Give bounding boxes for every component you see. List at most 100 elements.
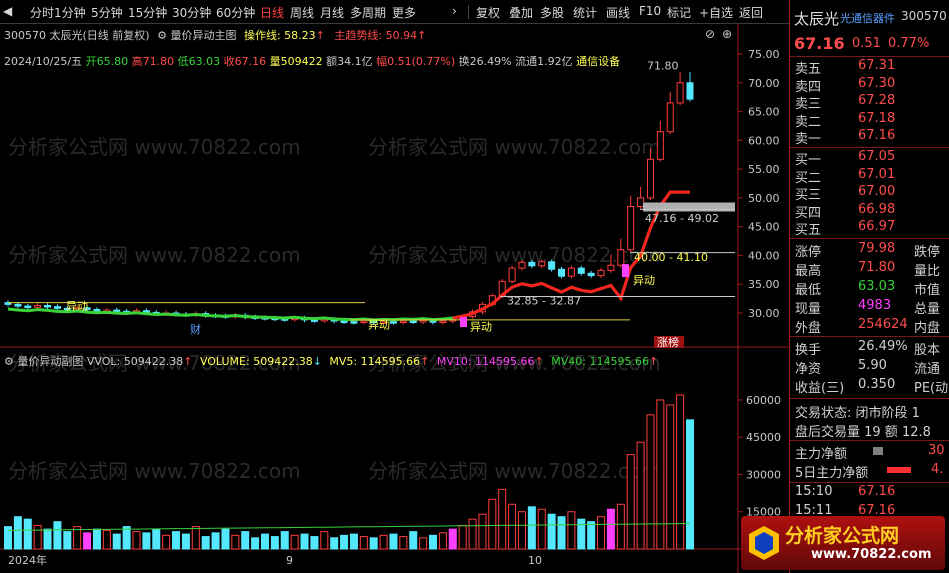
period-tab-8[interactable]: 月线 [320,4,344,21]
stat2-row-2[interactable]: 收益(三) 0.350 PE(动 [790,377,949,396]
volume-bar [221,528,230,550]
period-tab-5[interactable]: 60分钟 [216,4,255,21]
candle-body [409,320,417,324]
more-arrow-icon[interactable]: › [452,4,457,18]
period-tab-2[interactable]: 5分钟 [91,4,123,21]
toolbar-action-2[interactable]: 多股 [540,4,564,21]
toolbar-action-6[interactable]: 标记 [667,4,691,21]
main-net-row: 主力净额 30 [795,443,945,462]
candle-body [419,319,427,323]
row-label: 买二 [795,170,822,186]
logo-text: 分析家公式网 [785,525,900,547]
period-tab-1[interactable]: 1分钟 [54,4,86,21]
range-box [643,202,735,212]
candle-body [34,305,42,308]
candle-body [24,305,32,309]
row-label-2: 内盘 [914,321,941,336]
row-label: 买三 [795,188,822,203]
toolbar-action-5[interactable]: F10 [639,4,661,18]
toolbar-action-3[interactable]: 统计 [573,4,597,21]
row-label: 卖四 [795,79,822,95]
period-tab-10[interactable]: 更多 [392,4,416,21]
volume-bar [270,536,279,550]
volume-bar [478,513,487,550]
stat-row-4[interactable]: 外盘 254624 内盘 [790,317,949,336]
chart-settings-icon[interactable]: ⊘ [705,27,715,41]
stat2-row-0[interactable]: 换手 26.49% 股本 [790,339,949,358]
zhangbang-label: 涨榜 [657,335,679,349]
period-tab-6[interactable]: 日线 [260,4,284,21]
volume-bar [676,394,685,550]
price-axis-label: 55.00 [748,163,780,176]
toolbar-action-0[interactable]: 复权 [476,4,500,21]
volume-bar [537,508,546,550]
toolbar-action-4[interactable]: 画线 [606,4,630,21]
yidong-label: 异动 [66,300,88,313]
candle-body [538,261,546,267]
candle-body [577,267,585,274]
yidong-label: 异动 [470,320,492,333]
price-axis-label: 75.00 [748,48,780,61]
stat-row-3[interactable]: 现量 4983 总量 [790,298,949,317]
period-tab-9[interactable]: 多周期 [350,4,386,21]
ask-row-1[interactable]: 卖四 67.30 [790,76,949,95]
kline-chart[interactable]: 75.00 70.00 65.00 60.00 55.00 50.00 45.00 40.00… [0,24,789,573]
industry-tag[interactable]: 光通信器件 [840,10,895,26]
row-value: 67.28 [858,93,896,108]
row-label: 最高 [795,264,822,279]
stat-row-2[interactable]: 最低 63.03 市值 [790,279,949,298]
row-value: 67.16 [858,484,896,499]
ask-row-2[interactable]: 卖三 67.28 [790,93,949,112]
volume-bar [320,531,329,550]
toolbar-action-1[interactable]: 叠加 [509,4,533,21]
chart-zoom-icon[interactable]: ⊕ [722,27,732,41]
mv5-label: MV5: 114595.66 [329,355,421,368]
candle-body [558,268,566,277]
indicator-dropdown-icon[interactable]: ⚙ [157,29,167,42]
bar-date: 2024/10/25/五 [4,55,83,68]
row-value: 67.18 [858,110,896,126]
up-arrow-icon: ↑ [534,355,544,368]
candle-body [44,305,52,308]
period-tab-0[interactable]: 分时 [30,4,54,21]
stat2-row-1[interactable]: 净资 5.90 流通 [790,358,949,377]
row-label-2: 股本 [914,343,941,358]
bid-row-4[interactable]: 买五 66.97 [790,219,949,238]
bid-row-1[interactable]: 买二 67.01 [790,167,949,186]
period-tab-4[interactable]: 30分钟 [172,4,211,21]
ask-row-3[interactable]: 卖二 67.18 [790,110,949,130]
bid-row-3[interactable]: 买四 66.98 [790,202,949,221]
bid-row-2[interactable]: 买三 67.00 [790,184,949,203]
row-label: 卖五 [795,62,822,77]
volume-bar [122,526,131,550]
row-value: 254624 [858,317,908,332]
row-value: 4983 [858,298,892,313]
volume-bar [448,528,457,550]
volume-bar [260,533,269,550]
stat-row-0[interactable]: 涨停 79.98 跌停 [790,241,949,260]
bar-turnover: 换26.49% [458,55,512,68]
stock-name: 太辰光 [794,10,840,28]
row-value: 71.80 [858,260,896,275]
bid-row-0[interactable]: 买一 67.05 [790,149,949,168]
toolbar-action-7[interactable]: +自选 [699,4,733,21]
bar-close: 收67.16 [223,55,267,68]
sub-indicator-name[interactable]: 量价异动副图 [17,355,83,368]
indicator-name[interactable]: 量价异动主图 [170,29,236,42]
ask-row-0[interactable]: 卖五 67.31 [790,58,949,77]
volume-bar [419,537,428,550]
ask-row-4[interactable]: 卖一 67.16 [790,128,949,147]
price-axis-label: 40.00 [748,249,780,262]
toolbar-action-8[interactable]: 返回 [739,4,763,21]
divider [790,336,949,337]
volume-bar [251,537,260,550]
price-axis-label: 45.00 [748,221,780,234]
sub-indicator-icon[interactable]: ⚙ [4,355,14,368]
period-tab-7[interactable]: 周线 [290,4,314,21]
period-tab-3[interactable]: 15分钟 [128,4,167,21]
nav-arrow-icon[interactable]: ◀ [3,4,12,18]
volume-bar [508,503,517,550]
volume-bar [13,516,22,550]
stat-row-1[interactable]: 最高 71.80 量比 [790,260,949,279]
tick-row-0[interactable]: 15:10 67.16 [790,484,949,502]
